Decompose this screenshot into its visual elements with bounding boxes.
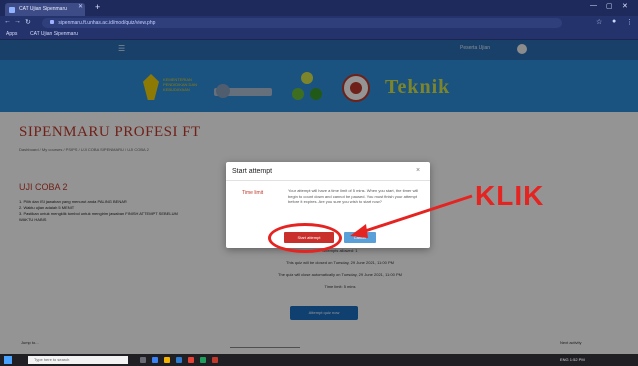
forward-icon[interactable]: → [14, 18, 21, 25]
browser-toolbar: ← → ↻ sipenmaru.ft.unhas.ac.id/mod/quiz/… [0, 16, 638, 30]
app-icon[interactable] [212, 357, 218, 363]
windows-start-icon[interactable] [4, 356, 12, 364]
task-view-icon[interactable] [140, 357, 146, 363]
tab-title: CAT Ujian Sipenmaru [19, 6, 67, 12]
menu-dots-icon[interactable]: ⋮ [626, 18, 633, 26]
reload-icon[interactable]: ↻ [25, 18, 31, 26]
address-bar[interactable]: sipenmaru.ft.unhas.ac.id/mod/quiz/view.p… [42, 18, 562, 28]
close-window-icon[interactable]: ✕ [622, 2, 628, 10]
close-icon[interactable]: × [416, 167, 420, 174]
profile-icon[interactable]: ● [612, 18, 616, 25]
tab-close-icon[interactable]: ✕ [78, 3, 83, 10]
lock-icon [50, 20, 54, 24]
back-icon[interactable]: ← [4, 18, 11, 25]
store-icon[interactable] [176, 357, 182, 363]
chrome-icon[interactable] [188, 357, 194, 363]
star-icon[interactable]: ☆ [596, 18, 602, 26]
taskbar-search-input[interactable]: Type here to search [28, 356, 128, 364]
favicon-icon [9, 7, 15, 13]
cancel-button[interactable]: Cancel [344, 232, 376, 243]
browser-tabbar: CAT Ujian Sipenmaru ✕ + — ▢ ✕ [0, 0, 638, 16]
os-taskbar: Type here to search ENG 1:52 PM [0, 354, 638, 366]
highlight-circle [268, 223, 342, 253]
system-tray[interactable]: ENG 1:52 PM [560, 357, 585, 362]
browser-tab[interactable]: CAT Ujian Sipenmaru [5, 3, 85, 16]
app-icon[interactable] [200, 357, 206, 363]
time-limit-label: Time limit [242, 190, 264, 196]
explorer-icon[interactable] [164, 357, 170, 363]
klik-annotation: KLIK [475, 180, 545, 211]
screenshot: CAT Ujian Sipenmaru ✕ + — ▢ ✕ ← → ↻ sipe… [0, 0, 638, 366]
dialog-message: Your attempt will have a time limit of 5… [288, 188, 419, 204]
edge-icon[interactable] [152, 357, 158, 363]
new-tab-button[interactable]: + [95, 2, 100, 12]
maximize-icon[interactable]: ▢ [606, 2, 613, 10]
bookmark-apps[interactable]: Apps [6, 31, 17, 37]
bookmark-cat[interactable]: CAT Ujian Sipenmaru [30, 31, 78, 37]
bookmarks-bar: Apps CAT Ujian Sipenmaru [0, 30, 638, 40]
dialog-divider [226, 180, 430, 181]
url-text: sipenmaru.ft.unhas.ac.id/mod/quiz/view.p… [58, 20, 156, 26]
dialog-title: Start attempt [232, 168, 273, 175]
minimize-icon[interactable]: — [590, 2, 597, 9]
